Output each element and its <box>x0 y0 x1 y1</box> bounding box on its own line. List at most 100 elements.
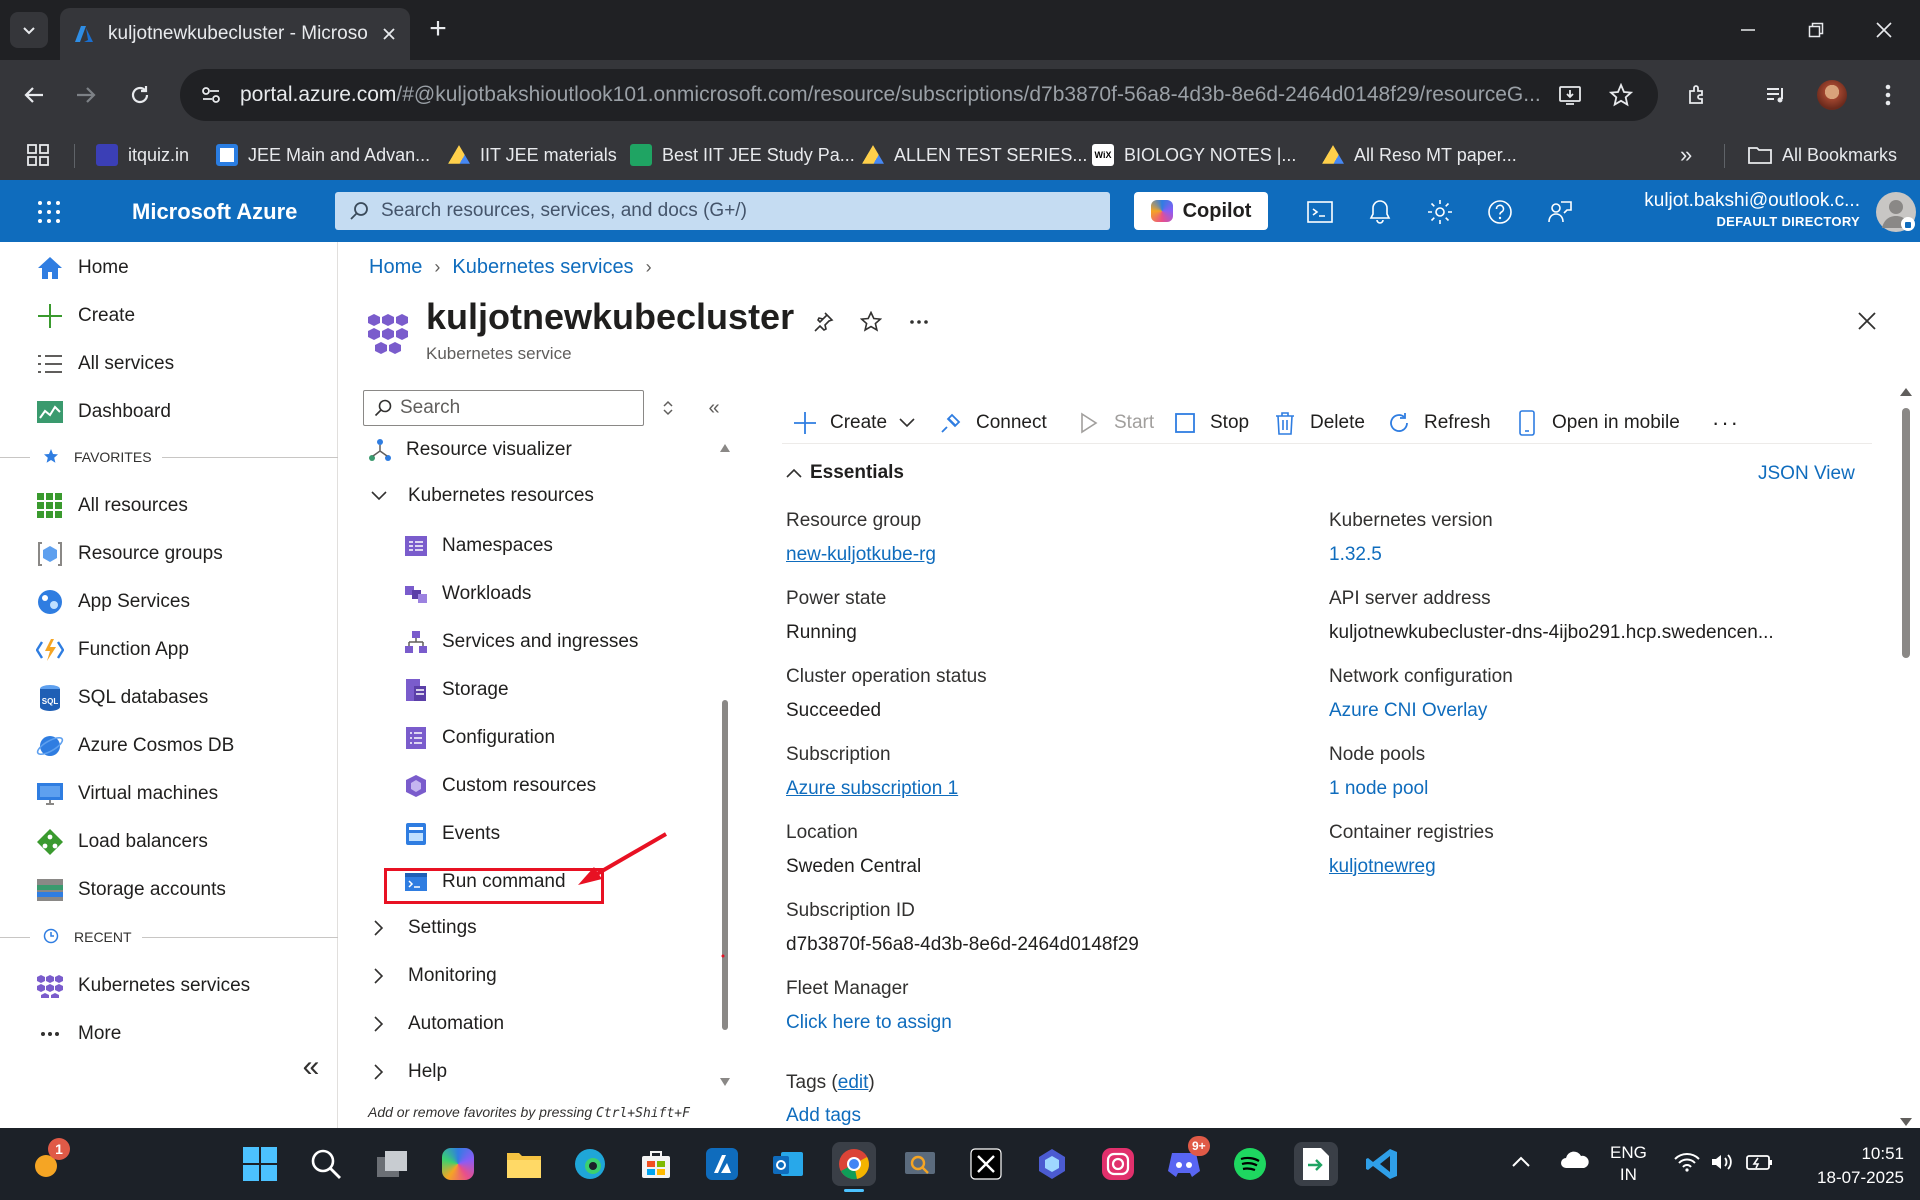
azure-app[interactable] <box>700 1142 744 1186</box>
restore-button[interactable] <box>1796 14 1836 46</box>
minimize-button[interactable] <box>1728 14 1768 46</box>
open-in-mobile-button[interactable]: Open in mobile <box>1514 408 1680 438</box>
more-actions-icon[interactable] <box>903 306 935 338</box>
cloud-shell-icon[interactable] <box>1302 194 1338 230</box>
microsoft-store-app[interactable] <box>634 1142 678 1186</box>
notifications-bell-icon[interactable] <box>1362 194 1398 230</box>
menu-monitoring[interactable]: Monitoring <box>368 956 497 996</box>
global-search-input[interactable] <box>381 200 1081 222</box>
media-controls-icon[interactable] <box>1758 77 1794 113</box>
site-info-icon[interactable] <box>200 84 222 106</box>
menu-storage[interactable]: Storage <box>404 670 509 710</box>
nav-create[interactable]: Create <box>0 294 338 338</box>
bookmark-item[interactable]: All Reso MT paper... <box>1322 142 1517 168</box>
add-tags-link[interactable]: Add tags <box>786 1105 861 1127</box>
nav-more[interactable]: More <box>0 1012 338 1056</box>
menu-automation[interactable]: Automation <box>368 1004 504 1044</box>
weather-widget[interactable]: 1 <box>24 1138 70 1186</box>
menu-custom-resources[interactable]: Custom resources <box>404 766 596 806</box>
stop-button[interactable]: Stop <box>1172 408 1249 438</box>
refresh-button[interactable]: Refresh <box>1386 408 1491 438</box>
new-tab-button[interactable]: + <box>420 14 456 46</box>
browser-tab-active[interactable]: kuljotnewkubecluster - Microso <box>60 8 410 60</box>
global-search-box[interactable] <box>335 192 1110 230</box>
profile-avatar[interactable] <box>1814 77 1850 113</box>
help-icon[interactable] <box>1482 194 1518 230</box>
instagram-app[interactable] <box>1096 1142 1140 1186</box>
bookmark-item[interactable]: itquiz.in <box>96 142 189 168</box>
start-button[interactable]: Start <box>1076 408 1154 438</box>
menu-events[interactable]: Events <box>404 814 500 854</box>
bookmark-item[interactable]: ALLEN TEST SERIES... <box>862 142 1087 168</box>
menu-help[interactable]: Help <box>368 1052 447 1092</box>
menu-settings[interactable]: Settings <box>368 908 477 948</box>
wifi-icon[interactable] <box>1674 1152 1700 1177</box>
vscode-app[interactable] <box>1360 1142 1404 1186</box>
menu-kubernetes-resources[interactable]: Kubernetes resources <box>368 476 594 516</box>
collapse-menu-icon[interactable]: « <box>700 394 728 422</box>
volume-icon[interactable] <box>1710 1152 1734 1177</box>
edge-browser-app[interactable] <box>568 1142 612 1186</box>
tab-search-button[interactable] <box>10 12 48 48</box>
reload-button[interactable] <box>122 77 158 113</box>
pin-icon[interactable] <box>807 306 839 338</box>
nav-virtual-machines[interactable]: Virtual machines <box>0 772 338 816</box>
tags-edit-link[interactable]: edit <box>838 1072 869 1093</box>
bookmark-item[interactable]: WiX BIOLOGY NOTES |... <box>1092 142 1296 168</box>
favorite-star-icon[interactable] <box>855 306 887 338</box>
avatar[interactable] <box>1876 192 1916 232</box>
collapse-nav-button[interactable]: « <box>294 1050 328 1084</box>
nav-home[interactable]: Home <box>0 246 338 290</box>
expand-collapse-icon[interactable] <box>654 394 682 422</box>
back-button[interactable] <box>16 77 52 113</box>
settings-gear-icon[interactable] <box>1422 194 1458 230</box>
nav-recent-kubernetes-services[interactable]: Kubernetes services <box>0 964 338 1008</box>
menu-workloads[interactable]: Workloads <box>404 574 531 614</box>
bookmark-star-icon[interactable] <box>1606 81 1636 109</box>
nav-dashboard[interactable]: Dashboard <box>0 390 338 434</box>
json-view-link[interactable]: JSON View <box>1758 463 1855 485</box>
account-menu[interactable]: kuljot.bakshi@outlook.c... DEFAULT DIREC… <box>1610 190 1860 229</box>
browser-menu-icon[interactable] <box>1870 77 1906 113</box>
bookmark-item[interactable]: JEE Main and Advan... <box>216 142 430 168</box>
copilot-ms-app[interactable] <box>1030 1142 1074 1186</box>
breadcrumb-home-link[interactable]: Home <box>369 256 422 279</box>
install-app-icon[interactable] <box>1555 81 1585 109</box>
resource-group-link[interactable]: new-kuljotkube-rg <box>786 544 936 566</box>
snipping-tool-app[interactable] <box>898 1142 942 1186</box>
bookmarks-overflow-button[interactable]: » <box>1680 142 1692 168</box>
resource-menu-search[interactable] <box>363 390 644 426</box>
menu-namespaces[interactable]: Namespaces <box>404 526 553 566</box>
menu-services-ingresses[interactable]: Services and ingresses <box>404 622 638 662</box>
onedrive-icon[interactable] <box>1560 1150 1590 1175</box>
copilot-button[interactable]: Copilot <box>1134 192 1268 230</box>
task-view-button[interactable] <box>370 1142 414 1186</box>
spotify-app[interactable] <box>1228 1142 1272 1186</box>
extensions-icon[interactable] <box>1680 77 1716 113</box>
resource-menu-search-input[interactable] <box>400 397 630 419</box>
all-bookmarks-button[interactable]: All Bookmarks <box>1748 142 1897 168</box>
start-button[interactable] <box>238 1142 282 1186</box>
outlook-app[interactable] <box>766 1142 810 1186</box>
container-registry-link[interactable]: kuljotnewreg <box>1329 856 1436 878</box>
clock[interactable]: 10:51 18-07-2025 <box>1794 1142 1904 1190</box>
close-tab-icon[interactable] <box>382 27 396 41</box>
nav-cosmos-db[interactable]: Azure Cosmos DB <box>0 724 338 768</box>
apps-grid-icon[interactable] <box>26 142 50 168</box>
nav-resource-groups[interactable]: Resource groups <box>0 532 338 576</box>
chrome-app-active[interactable] <box>832 1142 876 1192</box>
node-pools-link[interactable]: 1 node pool <box>1329 778 1428 800</box>
remote-app-active[interactable] <box>1294 1142 1338 1186</box>
portal-menu-waffle-icon[interactable] <box>36 199 62 225</box>
nav-app-services[interactable]: App Services <box>0 580 338 624</box>
menu-scrollbar[interactable] <box>718 440 732 1090</box>
nav-all-services[interactable]: All services <box>0 342 338 386</box>
bookmark-item[interactable]: Best IIT JEE Study Pa... <box>630 142 855 168</box>
language-indicator[interactable]: ENG IN <box>1610 1142 1647 1186</box>
nav-all-resources[interactable]: All resources <box>0 484 338 528</box>
address-bar[interactable]: portal.azure.com/#@kuljotbakshioutlook10… <box>180 69 1658 121</box>
azure-brand[interactable]: Microsoft Azure <box>132 199 297 225</box>
content-scrollbar[interactable] <box>1898 386 1914 1128</box>
create-button[interactable]: Create <box>792 408 915 438</box>
taskbar-search-button[interactable] <box>304 1142 348 1186</box>
